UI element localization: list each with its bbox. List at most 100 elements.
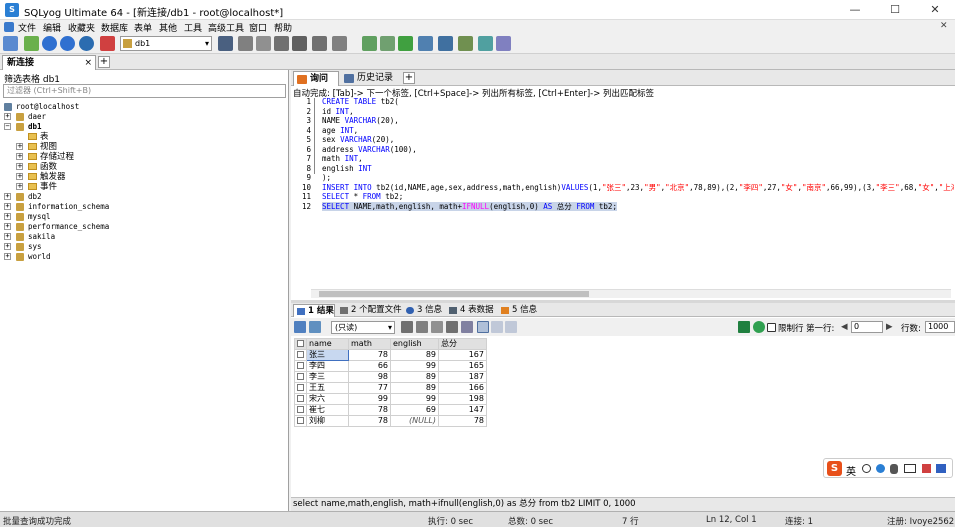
expand-icon[interactable]: + — [16, 143, 23, 150]
tree-item-folder[interactable]: + 触发器 — [16, 172, 116, 182]
next-page-icon[interactable]: ▶ — [886, 322, 893, 332]
column-header[interactable]: math — [348, 338, 391, 350]
table-cell[interactable]: 187 — [438, 371, 487, 383]
tab-info[interactable]: 5 信息 — [498, 304, 538, 317]
skin-icon[interactable] — [922, 464, 931, 473]
tree-item-db[interactable]: − db1 — [4, 122, 124, 132]
code-line[interactable]: age INT, — [322, 126, 954, 136]
delete-icon[interactable] — [446, 321, 458, 333]
select-all-checkbox[interactable] — [294, 338, 307, 350]
tree-item-db[interactable]: + mysql — [4, 212, 154, 222]
expand-icon[interactable]: + — [4, 193, 11, 200]
sql-editor[interactable]: CREATE TABLE tb2(id INT, NAME VARCHAR(20)… — [322, 97, 954, 211]
code-line[interactable]: SELECT * FROM tb2; — [322, 192, 954, 202]
schema-sync-icon[interactable] — [238, 36, 253, 51]
table-row[interactable]: 李三 98 89 187 — [294, 371, 487, 383]
row-checkbox[interactable] — [294, 382, 307, 394]
filter-input[interactable]: 过滤器 (Ctrl+Shift+B) — [3, 84, 286, 98]
maximize-button[interactable]: ☐ — [875, 0, 915, 20]
table-cell[interactable]: 98 — [348, 371, 391, 383]
table-cell[interactable]: 89 — [390, 349, 439, 361]
code-line[interactable]: english INT — [322, 164, 954, 174]
form-mode-icon[interactable] — [491, 321, 503, 333]
tree-item-folder[interactable]: + 视图 — [16, 142, 116, 152]
code-line[interactable]: SELECT NAME,math,english, math+IFNULL(en… — [322, 201, 954, 212]
refresh-icon[interactable] — [753, 321, 765, 333]
editor-horizontal-scrollbar[interactable] — [311, 289, 951, 298]
database-selector[interactable]: db1 ▾ — [120, 36, 212, 51]
code-line[interactable]: id INT, — [322, 107, 954, 117]
notifications-icon[interactable] — [438, 36, 453, 51]
table-cell[interactable]: 宋六 — [306, 393, 349, 405]
expand-icon[interactable]: + — [16, 183, 23, 190]
table-cell[interactable]: 崔七 — [306, 404, 349, 416]
code-fold-guide[interactable] — [314, 98, 321, 174]
table-cell[interactable]: 王五 — [306, 382, 349, 394]
table-designer-icon[interactable] — [332, 36, 347, 51]
query-builder-icon[interactable] — [362, 36, 377, 51]
code-line[interactable]: INSERT INTO tb2(id,NAME,age,sex,address,… — [322, 183, 954, 193]
menu-window[interactable]: 窗口 — [249, 21, 267, 34]
menu-other[interactable]: 其他 — [159, 21, 177, 34]
menu-favorites[interactable]: 收藏夹 — [68, 21, 95, 34]
migration-icon[interactable] — [458, 36, 473, 51]
import-icon[interactable] — [292, 36, 307, 51]
table-cell[interactable]: 198 — [438, 393, 487, 405]
menu-file[interactable]: 文件 — [18, 21, 36, 34]
table-cell[interactable]: 147 — [438, 404, 487, 416]
expand-icon[interactable]: + — [16, 153, 23, 160]
table-cell[interactable]: 99 — [348, 393, 391, 405]
expand-icon[interactable]: + — [4, 223, 11, 230]
new-connection-icon[interactable] — [3, 36, 18, 51]
export-icon[interactable] — [401, 321, 413, 333]
previous-page-icon[interactable]: ◀ — [841, 322, 848, 332]
job-agent-icon[interactable] — [418, 36, 433, 51]
row-checkbox[interactable] — [294, 415, 307, 427]
minimize-button[interactable]: — — [835, 0, 875, 20]
redundant-index-icon[interactable] — [496, 36, 511, 51]
user-manager-icon[interactable] — [218, 36, 233, 51]
expand-icon[interactable]: + — [16, 173, 23, 180]
code-line[interactable]: math INT, — [322, 154, 954, 164]
menu-database[interactable]: 数据库 — [101, 21, 128, 34]
expand-icon[interactable]: + — [16, 163, 23, 170]
table-cell[interactable]: 165 — [438, 360, 487, 372]
table-row[interactable]: 王五 77 89 166 — [294, 382, 487, 394]
execute-all-icon[interactable] — [60, 36, 75, 51]
new-connection-tab-button[interactable]: + — [98, 56, 110, 68]
ime-language[interactable]: 英 — [846, 463, 856, 478]
color-palette-icon[interactable] — [100, 36, 115, 51]
table-cell[interactable]: 李四 — [306, 360, 349, 372]
scrollbar-thumb[interactable] — [319, 291, 589, 297]
menu-tools[interactable]: 工具 — [184, 21, 202, 34]
microphone-icon[interactable] — [890, 464, 898, 474]
data-sync-icon[interactable] — [398, 36, 413, 51]
tree-root[interactable]: root@localhost — [4, 102, 124, 112]
grid-view-icon[interactable] — [294, 321, 306, 333]
table-cell[interactable]: 166 — [438, 382, 487, 394]
export-icon[interactable] — [312, 36, 327, 51]
menu-help[interactable]: 帮助 — [274, 21, 292, 34]
row-checkbox[interactable] — [294, 404, 307, 416]
view-menu-icon[interactable] — [309, 321, 321, 333]
table-row[interactable]: 刘柳 78 (NULL) 78 — [294, 415, 487, 427]
result-mode-selector[interactable]: (只读) ▾ — [331, 321, 395, 334]
keyboard-icon[interactable] — [904, 464, 916, 473]
copy-icon[interactable] — [416, 321, 428, 333]
table-cell[interactable]: 89 — [390, 382, 439, 394]
backup-icon[interactable] — [274, 36, 289, 51]
close-window-button[interactable]: ✕ — [915, 0, 955, 20]
tree-item-db[interactable]: + world — [4, 252, 154, 262]
tab-result[interactable]: 1 结果 — [293, 304, 335, 317]
code-line[interactable]: CREATE TABLE tb2( — [322, 97, 954, 107]
emoji-icon[interactable] — [876, 464, 885, 473]
code-line[interactable]: address VARCHAR(100), — [322, 145, 954, 155]
grid-mode-icon[interactable] — [477, 321, 489, 333]
table-cell[interactable]: 78 — [348, 349, 391, 361]
column-header[interactable]: name — [306, 338, 349, 350]
table-cell[interactable]: 167 — [438, 349, 487, 361]
table-cell[interactable]: 99 — [390, 360, 439, 372]
clear-icon[interactable] — [461, 321, 473, 333]
expand-icon[interactable]: + — [4, 203, 11, 210]
table-row[interactable]: 崔七 78 69 147 — [294, 404, 487, 416]
